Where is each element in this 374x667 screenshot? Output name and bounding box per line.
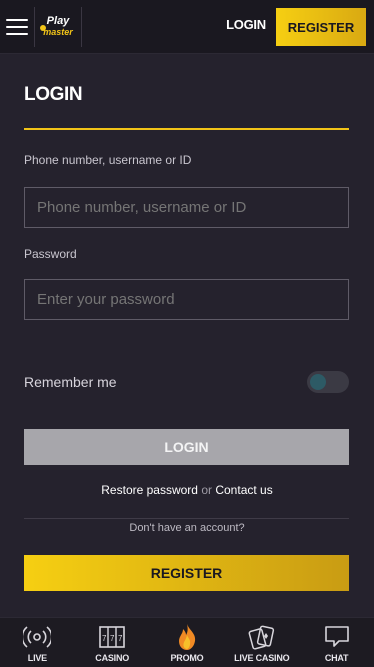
logo-dot-icon	[40, 25, 46, 31]
tab-label: PROMO	[170, 653, 204, 663]
flame-icon	[175, 624, 199, 650]
remember-me-toggle[interactable]	[307, 371, 349, 393]
tab-live-casino[interactable]: LIVE CASINO	[224, 618, 299, 667]
tab-label: CASINO	[95, 653, 130, 663]
title-underline	[24, 128, 349, 130]
or-text: or	[201, 483, 212, 497]
live-icon	[23, 624, 52, 650]
tab-live[interactable]: LIVE	[0, 618, 75, 667]
password-label: Password	[24, 247, 77, 261]
header-login-link[interactable]: LOGIN	[224, 17, 268, 32]
chat-icon	[323, 624, 351, 650]
no-account-text: Don't have an account?	[129, 522, 245, 534]
tab-label: LIVE CASINO	[234, 653, 290, 663]
header-register-button[interactable]: REGISTER	[276, 8, 366, 46]
slot-icon: 7 7 7	[98, 624, 126, 650]
register-button[interactable]: REGISTER	[24, 555, 349, 591]
logo-line2: master	[43, 27, 73, 37]
username-input[interactable]	[24, 187, 349, 228]
menu-icon[interactable]	[6, 18, 28, 35]
page-title: LOGIN	[24, 84, 83, 105]
tab-casino[interactable]: 7 7 7 CASINO	[75, 618, 150, 667]
svg-text:7: 7	[110, 634, 115, 643]
tab-label: LIVE	[27, 653, 47, 663]
tab-label: CHAT	[324, 653, 349, 663]
tab-chat[interactable]: CHAT	[299, 618, 374, 667]
restore-password-link[interactable]: Restore password	[101, 483, 198, 497]
contact-us-link[interactable]: Contact us	[215, 483, 272, 497]
tab-promo[interactable]: PROMO	[150, 618, 225, 667]
remember-me-label: Remember me	[24, 374, 117, 390]
login-button[interactable]: LOGIN	[24, 429, 349, 465]
toggle-knob	[310, 374, 326, 390]
svg-text:7: 7	[102, 634, 107, 643]
divider	[24, 518, 349, 519]
svg-text:7: 7	[118, 634, 123, 643]
username-label: Phone number, username or ID	[24, 153, 192, 167]
help-links: Restore password or Contact us	[0, 483, 374, 497]
password-input[interactable]	[24, 279, 349, 320]
cards-icon	[248, 624, 276, 650]
bottom-tab-bar: LIVE 7 7 7 CASINO PROMO LIVE CASINO CHAT	[0, 617, 374, 667]
logo-line1: Play	[46, 15, 70, 27]
